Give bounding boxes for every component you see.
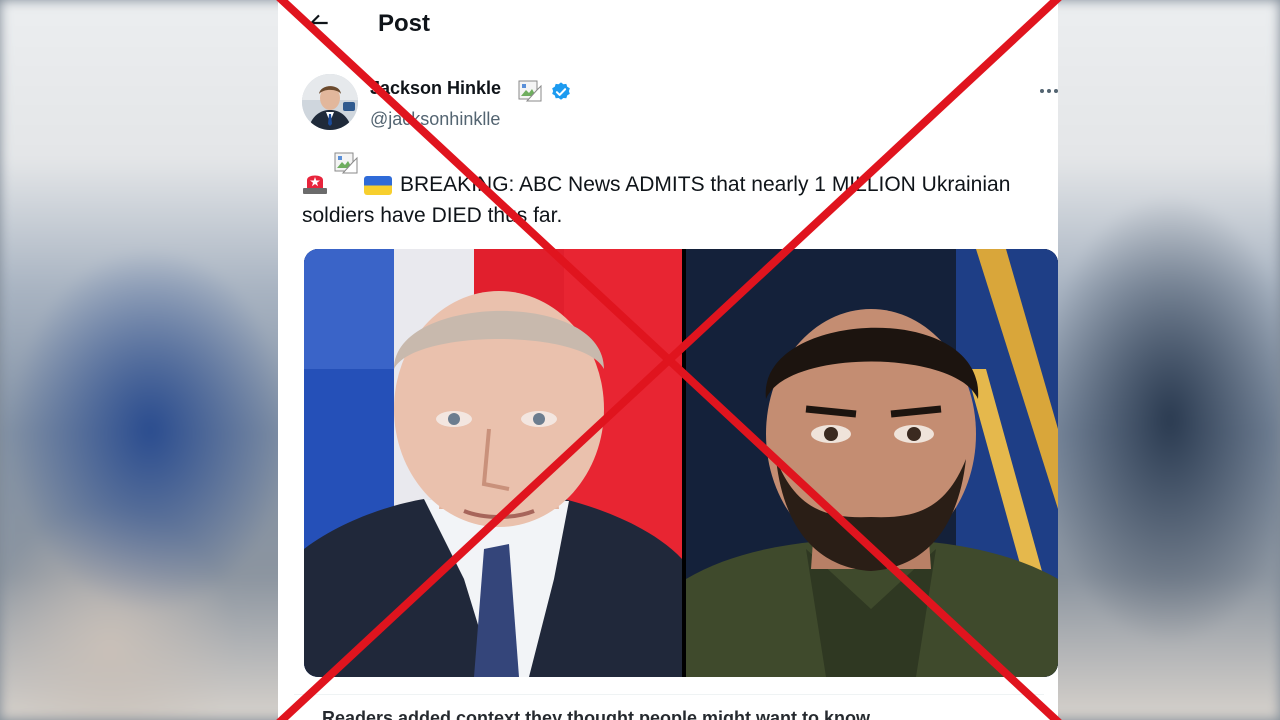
avatar-image xyxy=(302,74,358,130)
author-display-name[interactable]: Jackson Hinkle xyxy=(370,78,501,99)
ukraine-flag-icon xyxy=(364,176,392,195)
divider xyxy=(294,694,1044,695)
verified-badge-icon xyxy=(552,82,570,100)
page-title: Post xyxy=(378,10,431,37)
media-photo-left[interactable] xyxy=(304,249,682,677)
top-bar: Post xyxy=(278,0,1058,52)
author-handle[interactable]: @jacksonhinklle xyxy=(370,109,500,130)
broken-image-icon xyxy=(518,80,542,102)
more-options-icon[interactable] xyxy=(1038,84,1058,98)
post-text-line-1: BREAKING: ABC News ADMITS that nearly 1 … xyxy=(400,173,1011,196)
post-text-line-2: soldiers have DIED thus far. xyxy=(302,204,563,227)
broken-image-icon xyxy=(334,152,358,174)
media-photo-right[interactable] xyxy=(686,249,1058,677)
post-media[interactable] xyxy=(304,249,1058,677)
arrow-left-icon[interactable] xyxy=(306,10,332,36)
post-card: Post Jackson Hinkle @jacksonhinklle BREA… xyxy=(278,0,1058,720)
avatar[interactable] xyxy=(302,74,358,130)
siren-icon xyxy=(303,175,327,194)
community-note-header[interactable]: Readers added context they thought peopl… xyxy=(322,708,870,720)
